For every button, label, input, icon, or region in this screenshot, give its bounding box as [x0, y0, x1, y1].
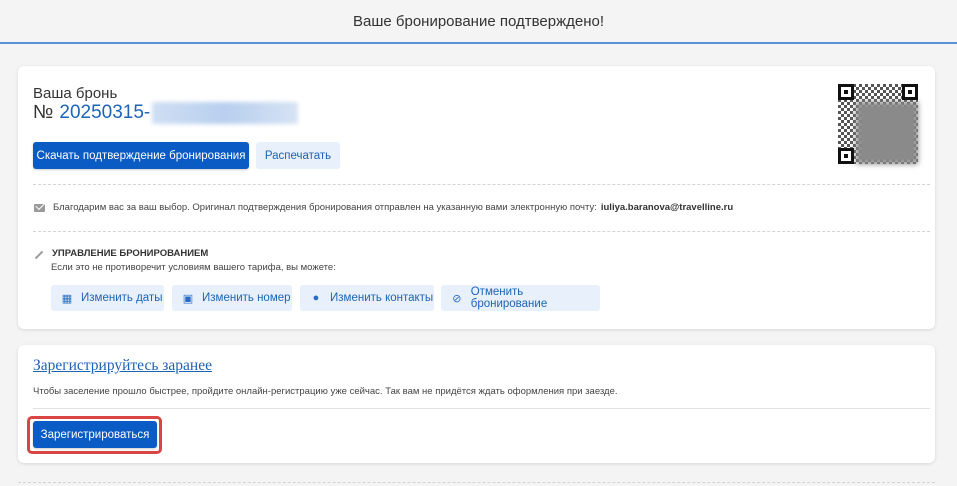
confirmation-message: Благодарим вас за ваш выбор. Оригинал по…: [34, 202, 733, 213]
calendar-icon: ▦: [61, 292, 73, 305]
page-title: Ваше бронирование подтверждено!: [353, 12, 604, 30]
cancel-booking-button[interactable]: ⊘ Отменить бронирование: [441, 285, 600, 311]
manage-section-header: УПРАВЛЕНИЕ БРОНИРОВАНИЕМ: [34, 248, 208, 259]
user-edit-icon: ●: [312, 292, 320, 304]
change-dates-button[interactable]: ▦ Изменить даты: [51, 285, 164, 311]
envelope-icon: [34, 203, 45, 212]
pencil-icon: [34, 250, 44, 259]
booking-number-prefix: №: [33, 102, 54, 123]
manage-title: УПРАВЛЕНИЕ БРОНИРОВАНИЕМ: [52, 248, 209, 259]
confirmation-email: iuliya.baranova@travelline.ru: [600, 202, 734, 213]
divider: [18, 482, 935, 483]
registration-text: Чтобы заселение прошло быстрее, пройдите…: [33, 386, 618, 397]
cancel-icon: ⊘: [452, 292, 462, 305]
booking-number-value: 20250315-: [59, 102, 151, 123]
download-confirmation-button[interactable]: Скачать подтверждение бронирования: [33, 142, 249, 169]
change-room-button[interactable]: ▣ Изменить номер: [172, 285, 292, 311]
booking-number-redacted: [152, 102, 299, 124]
registration-title[interactable]: Зарегистрируйтесь заранее: [33, 357, 212, 375]
qr-corner-marker: [838, 84, 854, 100]
bed-icon: ▣: [182, 292, 194, 305]
register-button[interactable]: Зарегистрироваться: [33, 421, 157, 448]
divider: [33, 231, 930, 232]
change-contacts-button[interactable]: ● Изменить контакты: [300, 285, 434, 311]
qr-corner-marker: [838, 148, 854, 164]
qr-corner-marker: [902, 84, 918, 100]
booking-number: № 20250315-: [33, 102, 299, 124]
page-header: Ваше бронирование подтверждено!: [0, 0, 957, 44]
cancel-booking-label: Отменить бронирование: [470, 286, 548, 310]
divider: [33, 184, 930, 185]
change-contacts-label: Изменить контакты: [330, 292, 434, 304]
booking-label: Ваша бронь: [33, 85, 118, 102]
manage-subtitle: Если это не противоречит условиям вашего…: [51, 262, 336, 273]
print-button[interactable]: Распечатать: [256, 142, 340, 169]
booking-card: Ваша бронь № 20250315- Скачать подтвержд…: [18, 66, 935, 329]
change-dates-label: Изменить даты: [81, 292, 163, 304]
qr-code-redacted: [856, 102, 918, 164]
divider: [33, 408, 930, 409]
registration-card: Зарегистрируйтесь заранее Чтобы заселени…: [18, 345, 935, 463]
confirmation-message-text: Благодарим вас за ваш выбор. Оригинал по…: [53, 202, 597, 213]
change-room-label: Изменить номер: [202, 292, 291, 304]
